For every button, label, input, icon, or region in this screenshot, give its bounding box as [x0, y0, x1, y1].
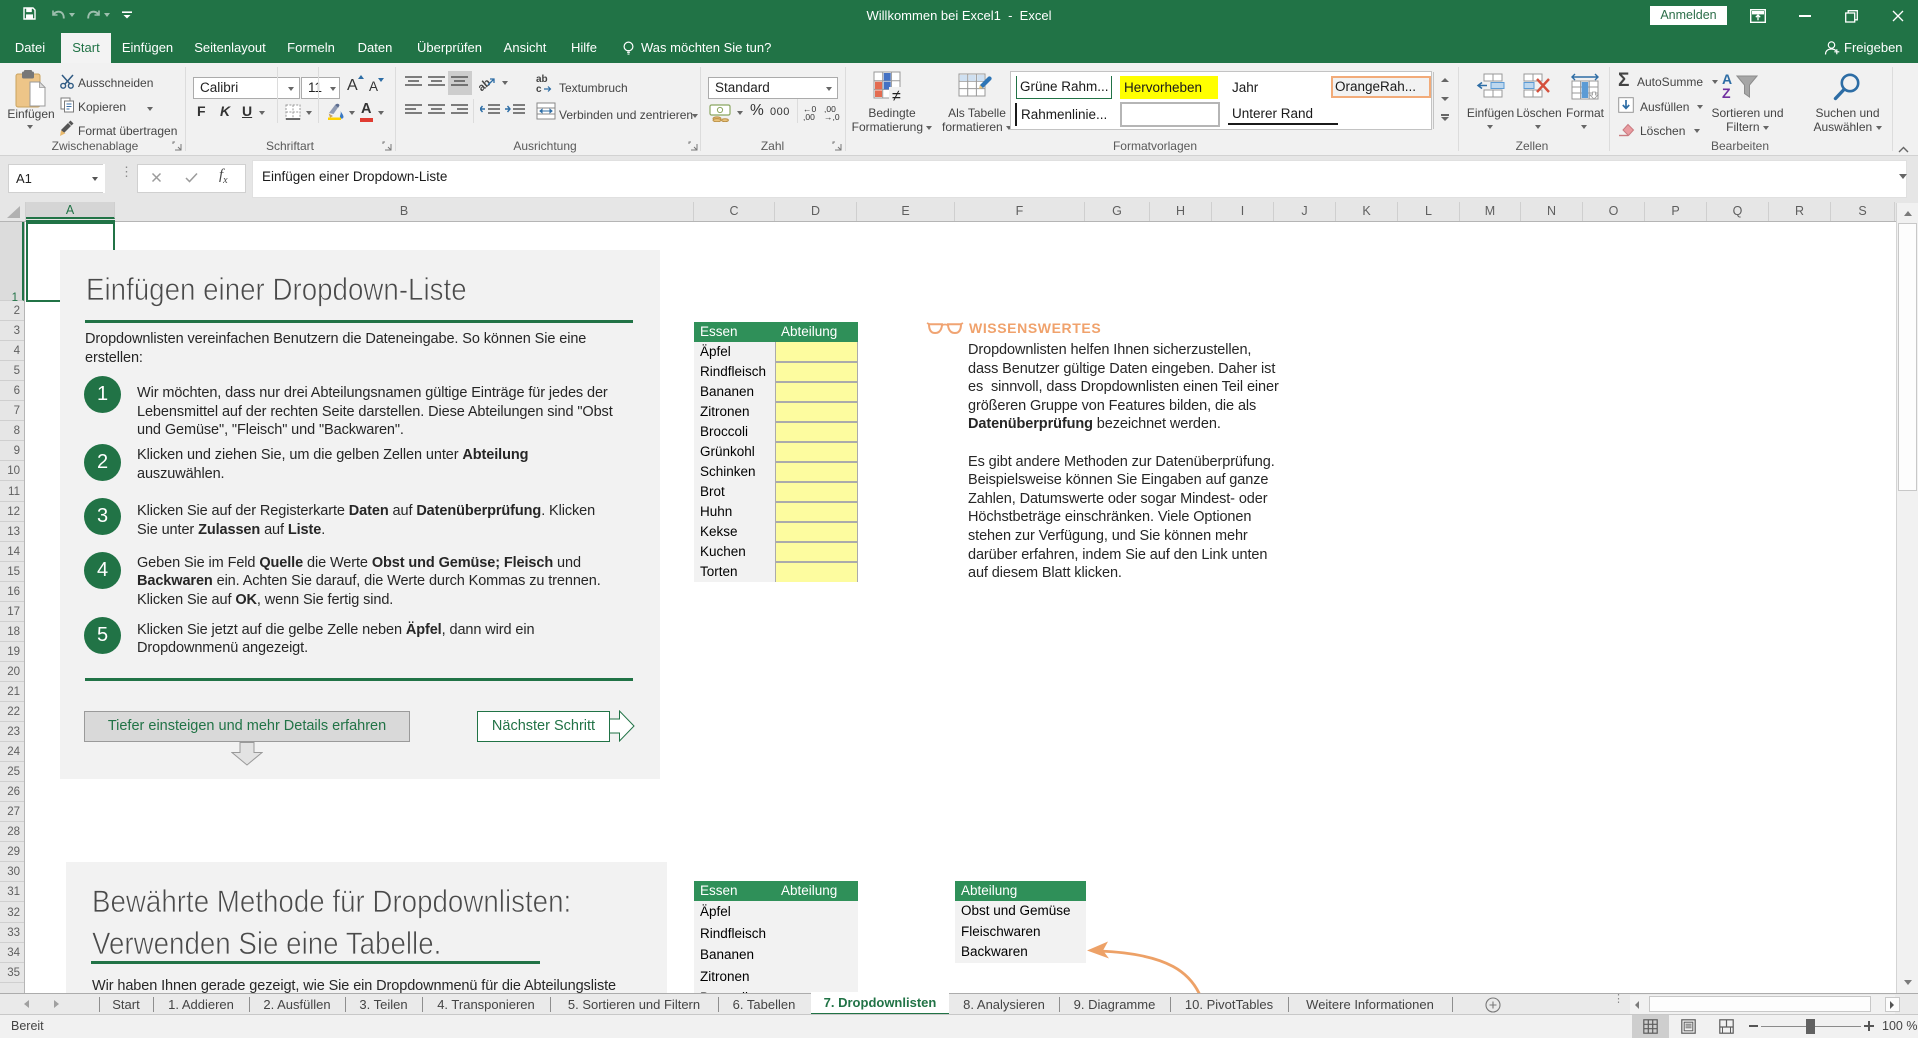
svg-text:c: c — [536, 84, 542, 93]
svg-text:≠: ≠ — [892, 88, 901, 105]
svg-text:,00: ,00 — [803, 112, 815, 121]
svg-text:→,0: →,0 — [824, 112, 840, 121]
